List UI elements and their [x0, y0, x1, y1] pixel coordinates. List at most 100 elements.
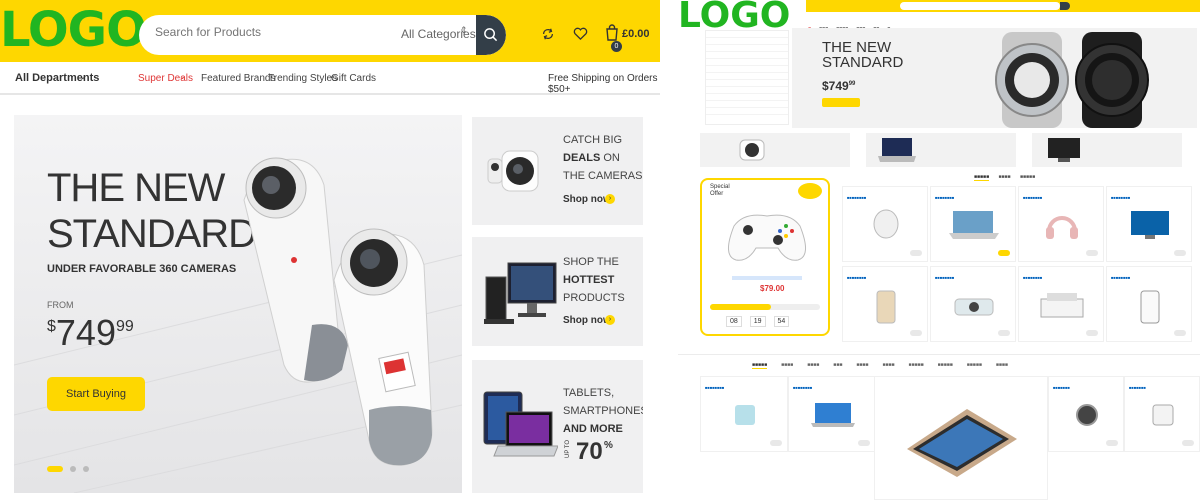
mini-product-card[interactable]: ■■■■■■■■ — [842, 186, 928, 262]
mini-sidebar-item[interactable] — [706, 87, 788, 94]
mini-product-card[interactable]: ■■■■■■■■ — [1018, 186, 1104, 262]
header-bar: LOGO All Categories ⇕ — [0, 0, 660, 62]
product-title: ■■■■■■■■ — [1023, 275, 1043, 280]
product-image — [1046, 216, 1078, 239]
logo[interactable]: LOGO — [0, 4, 147, 56]
shop-now-link[interactable]: Shop now — [563, 315, 611, 326]
countdown-hours: 08 — [726, 316, 742, 327]
mini-sidebar-item[interactable] — [706, 52, 788, 59]
main-nav: All Departments ⌄ Super Deals ⌄ Featured… — [0, 62, 660, 95]
mini-promo[interactable] — [866, 133, 1016, 167]
promo-hottest[interactable]: SHOP THE HOTTEST PRODUCTS Shop now › — [472, 237, 643, 346]
mini-start-buying-button[interactable] — [822, 98, 860, 107]
mini-tab[interactable]: ■■■ — [833, 362, 842, 368]
promo-line3: PRODUCTS — [563, 292, 625, 304]
product-image — [735, 405, 755, 425]
mini-tab[interactable]: ■■■■■ — [974, 174, 990, 181]
mini-sidebar-item[interactable] — [706, 66, 788, 73]
mini-product-card[interactable]: ■■■■■■■■ — [930, 266, 1016, 342]
slider-dot[interactable] — [83, 465, 89, 472]
mini-featured-product[interactable] — [874, 376, 1048, 500]
computer-image — [484, 262, 557, 324]
mini-sidebar-item[interactable] — [706, 94, 788, 101]
mini-tab[interactable]: ■■■■■ — [938, 362, 953, 368]
mini-product-card[interactable]: ■■■■■■■ — [1124, 376, 1200, 452]
all-departments-button[interactable]: All Departments — [15, 72, 99, 84]
mini-tab[interactable]: ■■■■■ — [1020, 174, 1035, 180]
product-image — [1152, 404, 1174, 426]
mini-sidebar-item[interactable] — [706, 45, 788, 52]
hero-from-label: FROM — [47, 300, 74, 310]
add-to-cart-button[interactable] — [910, 330, 922, 336]
mini-product-card[interactable]: ■■■■■■■■ — [1106, 186, 1192, 262]
mini-product-card[interactable]: ■■■■■■■■ — [700, 376, 788, 452]
nav-gift-cards[interactable]: Gift Cards — [331, 73, 376, 84]
mini-sidebar-item[interactable] — [706, 80, 788, 87]
start-buying-button[interactable]: Start Buying — [47, 377, 145, 411]
nav-featured-brands[interactable]: Featured Brands — [201, 73, 276, 84]
mini-search-input[interactable] — [900, 2, 1060, 10]
cart-icon[interactable] — [605, 24, 619, 41]
mini-tab[interactable]: ■■■■ — [856, 362, 868, 368]
promo-bold: DEALS — [563, 152, 601, 164]
promo-bold: AND MORE — [563, 423, 623, 435]
promo-tablets[interactable]: TABLETS, SMARTPHONES AND MORE UP TO 70 % — [472, 360, 643, 493]
nav-trending-styles[interactable]: Trending Styles — [268, 73, 337, 84]
product-title: ■■■■■■■■ — [1111, 195, 1131, 200]
special-offer-label: Special Offer — [710, 184, 730, 197]
add-to-cart-button[interactable] — [910, 250, 922, 256]
mini-promo[interactable] — [700, 133, 850, 167]
mini-product-card[interactable]: ■■■■■■■■ — [930, 186, 1016, 262]
add-to-cart-button[interactable] — [998, 330, 1010, 336]
special-offer-card[interactable]: Special Offer $79.00 08 19 54 — [700, 178, 830, 336]
cart-total[interactable]: £0.00 — [622, 28, 650, 40]
mini-product-card[interactable]: ■■■■■■■■ — [842, 266, 928, 342]
mini-product-card[interactable]: ■■■■■■■■ — [788, 376, 876, 452]
mini-product-card[interactable]: ■■■■■■■■ — [1106, 266, 1192, 342]
slider-dot[interactable] — [70, 465, 76, 472]
product-image — [949, 211, 999, 239]
mini-sidebar-item[interactable] — [706, 31, 788, 38]
countdown-minutes: 19 — [749, 316, 766, 327]
add-to-cart-button[interactable] — [770, 440, 782, 446]
mini-sidebar-item[interactable] — [706, 38, 788, 45]
mini-tab[interactable]: ■■■■■ — [752, 362, 768, 369]
mini-hero-price: $74999 — [822, 79, 855, 93]
compare-icon[interactable] — [541, 27, 555, 41]
mini-product-card[interactable]: ■■■■■■■ — [1048, 376, 1124, 452]
add-to-cart-button[interactable] — [1086, 330, 1098, 336]
product-image — [954, 298, 994, 316]
search-icon — [484, 28, 498, 42]
mini-tab[interactable]: ■■■■ — [807, 362, 819, 368]
mini-tab[interactable]: ■■■■ — [882, 362, 894, 368]
mini-tab[interactable]: ■■■■ — [996, 362, 1008, 368]
mini-tab[interactable]: ■■■■■ — [967, 362, 982, 368]
smartwatch-image — [995, 32, 1149, 128]
desktop-preview-small: LOGO ■■■■■■■■■■■■■■ THE NEW STANDARD $74… — [678, 0, 1200, 500]
promo-cameras[interactable]: CATCH BIG DEALS ON THE CAMERAS Shop now … — [472, 117, 643, 225]
add-to-cart-button[interactable] — [998, 250, 1010, 256]
360-camera-image — [243, 157, 433, 466]
mini-sidebar-item[interactable] — [706, 108, 788, 115]
add-to-cart-button[interactable] — [858, 440, 870, 446]
search-input[interactable] — [155, 25, 375, 39]
mini-sidebar-item[interactable] — [706, 59, 788, 66]
mini-tab[interactable]: ■■■■■ — [909, 362, 924, 368]
add-to-cart-button[interactable] — [1182, 440, 1194, 446]
mini-promo[interactable] — [1032, 133, 1182, 167]
search-button[interactable] — [476, 15, 506, 55]
add-to-cart-button[interactable] — [1174, 250, 1186, 256]
add-to-cart-button[interactable] — [1106, 440, 1118, 446]
add-to-cart-button[interactable] — [1086, 250, 1098, 256]
mini-tab[interactable]: ■■■■ — [781, 362, 793, 368]
mini-product-card[interactable]: ■■■■■■■■ — [1018, 266, 1104, 342]
product-image — [1076, 404, 1098, 426]
slider-dot-active[interactable] — [47, 465, 63, 472]
heart-icon[interactable] — [573, 27, 588, 41]
mini-sidebar-item[interactable] — [706, 73, 788, 80]
add-to-cart-button[interactable] — [1174, 330, 1186, 336]
mini-tab[interactable]: ■■■■ — [999, 174, 1011, 180]
shop-now-link[interactable]: Shop now — [563, 194, 611, 205]
mini-sidebar-item[interactable] — [706, 101, 788, 108]
mini-search-button[interactable] — [1060, 2, 1070, 10]
